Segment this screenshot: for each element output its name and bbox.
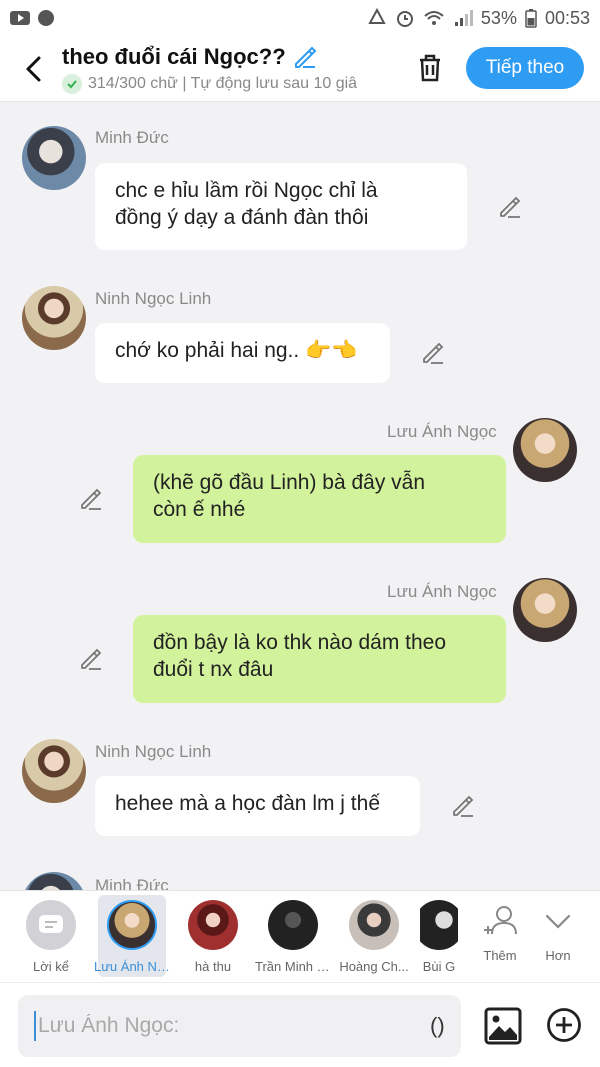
saved-check-icon xyxy=(62,73,82,94)
character-label: Trần Minh Đức xyxy=(255,959,331,974)
message-bubble[interactable]: chc e hỉu lầm rồi Ngọc chỉ là đồng ý dạy… xyxy=(95,163,467,250)
battery-icon xyxy=(525,9,537,28)
more-label: Hơn xyxy=(545,948,571,963)
message-line: chớ ko phải hai ng.. 👉👈 xyxy=(115,339,358,362)
message-line: hehee mà a học đàn lm j thế xyxy=(115,792,381,815)
avatar[interactable] xyxy=(22,286,86,350)
add-character-button[interactable]: Thêm xyxy=(468,895,532,977)
narrator-avatar xyxy=(26,900,76,950)
character-label: Hoàng Ch... xyxy=(339,959,409,974)
message-bubble[interactable]: hehee mà a học đàn lm j thế xyxy=(95,776,420,836)
edit-message-icon[interactable] xyxy=(450,793,476,819)
recycle-icon xyxy=(368,8,386,24)
trash-icon xyxy=(420,54,440,82)
word-count-status: 314/300 chữ | Tự động lưu sau 10 giâ xyxy=(88,74,358,92)
character-hoang-ch[interactable]: Hoàng Ch... xyxy=(339,895,409,977)
message-line: đồng ý dạy a đánh đàn thôi xyxy=(115,206,369,229)
chat-bubble-icon xyxy=(39,915,63,933)
character-label: Lưu Ánh Ngọc xyxy=(94,959,170,974)
title-block: theo đuổi cái Ngọc?? 314/300 chữ | Tự độ… xyxy=(62,44,392,94)
signal-icon xyxy=(454,10,473,26)
youtube-icon xyxy=(10,11,30,25)
image-icon[interactable] xyxy=(484,1007,522,1045)
sender-name: Minh Đức xyxy=(95,128,169,147)
message-input[interactable] xyxy=(34,1011,394,1041)
message-line: (khẽ gõ đầu Linh) bà đây vẫn xyxy=(153,471,426,494)
edit-message-icon[interactable] xyxy=(78,486,104,512)
message-input-box[interactable]: () xyxy=(18,995,461,1057)
add-person-icon xyxy=(484,906,517,935)
wifi-icon xyxy=(424,11,444,25)
story-title: theo đuổi cái Ngọc?? xyxy=(62,43,286,69)
input-bar: () xyxy=(0,982,600,1067)
battery-percent: 53% xyxy=(480,7,517,28)
character-narrator[interactable]: Lời kể xyxy=(17,895,85,977)
character-bui-g[interactable]: Bùi G xyxy=(420,895,458,977)
clock: 00:53 xyxy=(544,7,590,28)
character-label: hà thu xyxy=(194,959,232,974)
chevron-down-icon xyxy=(545,914,571,929)
character-avatar xyxy=(188,900,238,950)
message-bubble[interactable]: chớ ko phải hai ng.. 👉👈 xyxy=(95,323,390,383)
status-bar: 53% 00:53 xyxy=(0,0,600,36)
character-label: Bùi G xyxy=(422,959,456,974)
avatar[interactable] xyxy=(513,418,577,482)
character-tran-minh[interactable]: Trần Minh Đức xyxy=(255,895,331,977)
character-luu-anh-ngoc[interactable]: Lưu Ánh Ngọc xyxy=(94,895,170,977)
sender-name: Lưu Ánh Ngọc xyxy=(387,582,497,601)
header: theo đuổi cái Ngọc?? 314/300 chữ | Tự độ… xyxy=(0,36,600,102)
edit-message-icon[interactable] xyxy=(420,340,446,366)
edit-message-icon[interactable] xyxy=(78,646,104,672)
character-label: Lời kể xyxy=(33,959,69,974)
message-line: đuổi t nx đâu xyxy=(153,658,274,681)
message-line: còn ế nhé xyxy=(153,498,246,521)
message-bubble[interactable]: đồn bậy là ko thk nào dám theo đuổi t nx… xyxy=(133,615,506,703)
avatar[interactable] xyxy=(513,578,577,642)
character-ha-thu[interactable]: hà thu xyxy=(179,895,247,977)
alarm-icon xyxy=(396,11,413,27)
character-avatar xyxy=(268,900,318,950)
edit-title-icon[interactable] xyxy=(292,44,318,70)
message-line: đồn bậy là ko thk nào dám theo xyxy=(153,631,447,654)
sender-name: Lưu Ánh Ngọc xyxy=(387,422,497,441)
globe-icon xyxy=(38,10,54,26)
more-button[interactable]: Hơn xyxy=(526,895,590,977)
next-button[interactable]: Tiếp theo xyxy=(466,47,584,89)
avatar[interactable] xyxy=(22,739,86,803)
sender-name: Ninh Ngọc Linh xyxy=(95,289,212,308)
message-line: chc e hỉu lầm rồi Ngọc chỉ là xyxy=(115,179,378,202)
character-avatar xyxy=(420,900,458,950)
character-avatar xyxy=(349,900,399,950)
chat-area[interactable]: Minh Đức chc e hỉu lầm rồi Ngọc chỉ là đ… xyxy=(0,102,600,890)
character-avatar xyxy=(107,900,157,950)
back-arrow-icon[interactable] xyxy=(14,49,54,89)
add-icon[interactable] xyxy=(546,1007,582,1043)
delete-button[interactable] xyxy=(410,48,450,88)
edit-message-icon[interactable] xyxy=(497,194,523,220)
message-bubble[interactable]: (khẽ gõ đầu Linh) bà đây vẫn còn ế nhé xyxy=(133,455,506,543)
sender-name: Minh Đức xyxy=(95,876,169,890)
avatar[interactable] xyxy=(22,872,86,890)
parentheses-button[interactable]: () xyxy=(430,1013,445,1039)
avatar[interactable] xyxy=(22,126,86,190)
character-selector: Lời kể Lưu Ánh Ngọc hà thu Trần Minh Đức… xyxy=(0,890,600,982)
sender-name: Ninh Ngọc Linh xyxy=(95,742,212,761)
